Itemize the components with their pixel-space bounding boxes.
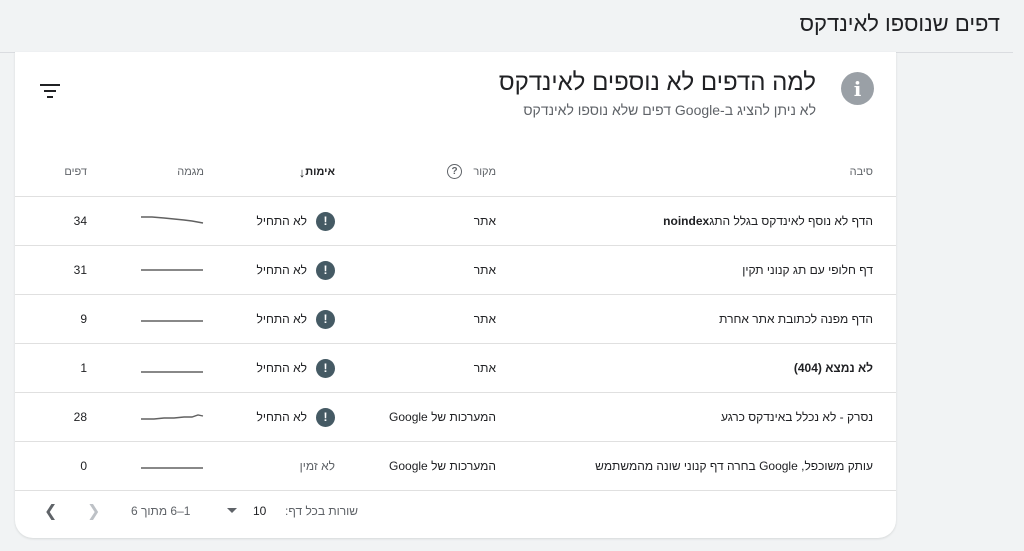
chevron-right-icon[interactable]: ❯ <box>87 501 100 521</box>
warning-icon: ! <box>316 260 335 280</box>
trend-sparkline <box>141 414 204 420</box>
table-pagination: שורות בכל דף: 10 1–6 מתוך 6 ❯ ❮ <box>15 484 896 538</box>
column-header-validation[interactable]: אימות ↓ <box>293 148 335 196</box>
warning-icon: ! <box>316 407 335 427</box>
card-subtitle: לא ניתן להציג ב-Google דפים שלא נוספו לא… <box>523 102 816 118</box>
reason-text: נסרק - לא נכלל באינדקס כרגע <box>721 410 873 424</box>
reason-text: לא נמצא (404) <box>793 361 873 375</box>
validation-text: לא התחיל <box>256 263 308 277</box>
reason-cell: לא נמצא (404) <box>794 344 873 392</box>
chevron-left-icon[interactable]: ❮ <box>44 501 57 521</box>
trend-cell <box>140 393 204 441</box>
pages-cell: 34 <box>73 214 87 228</box>
validation-cell: לא זמין <box>300 442 335 490</box>
trend-cell <box>140 442 204 490</box>
trend-sparkline <box>141 320 203 322</box>
column-header-validation-label: אימות <box>305 166 335 178</box>
table-row[interactable]: הדף לא נוסף לאינדקס בגלל התג noindex אתר… <box>15 197 896 246</box>
trend-sparkline <box>141 371 203 373</box>
card-title: למה הדפים לא נוספים לאינדקס <box>498 69 816 96</box>
pages-cell: 9 <box>80 312 87 326</box>
validation-text: לא התחיל <box>256 361 308 375</box>
pages-cell: 31 <box>73 263 87 277</box>
rows-per-page-select[interactable]: 10 <box>253 504 266 518</box>
source-cell: אתר <box>473 361 496 375</box>
reason-text: דף חלופי עם תג קנוני תקין <box>742 263 873 277</box>
warning-icon: ! <box>316 358 335 378</box>
trend-sparkline <box>141 269 203 271</box>
table-row[interactable]: לא נמצא (404) אתר ! לא התחיל 1 <box>15 344 896 393</box>
reason-text: הדף מפנה לכתובת אתר אחרת <box>719 312 873 326</box>
table-row[interactable]: הדף מפנה לכתובת אתר אחרת אתר ! לא התחיל … <box>15 295 896 344</box>
table-row[interactable]: נסרק - לא נכלל באינדקס כרגע המערכות של G… <box>15 393 896 442</box>
validation-text: לא זמין <box>299 459 335 473</box>
validation-cell: ! לא התחיל <box>256 295 335 343</box>
trend-sparkline <box>141 216 204 224</box>
trend-cell <box>140 344 204 392</box>
warning-icon: ! <box>316 211 335 231</box>
source-cell: אתר <box>473 214 496 228</box>
reasons-table: סיבה מקור ? אימות ↓ מגמה דפים הדף לא נוס… <box>15 148 896 491</box>
validation-cell: ! לא התחיל <box>256 393 335 441</box>
reason-cell: עותק משוכפל, Google בחרה דף קנוני שונה מ… <box>595 442 873 490</box>
page-header: דפים שנוספו לאינדקס <box>0 0 1013 53</box>
source-cell: המערכות של Google <box>389 410 496 424</box>
rows-per-page-label: שורות בכל דף: <box>285 504 359 518</box>
validation-text: לא התחיל <box>256 214 308 228</box>
trend-cell <box>140 295 204 343</box>
pagination-range: 1–6 מתוך 6 <box>131 504 191 518</box>
reason-text: הדף לא נוסף לאינדקס בגלל התג <box>709 214 873 228</box>
pages-cell: 1 <box>80 361 87 375</box>
filter-icon[interactable] <box>39 82 61 100</box>
column-header-trend: מגמה <box>177 166 204 178</box>
warning-icon: ! <box>316 309 335 329</box>
reason-cell: הדף מפנה לכתובת אתר אחרת <box>719 295 873 343</box>
dropdown-arrow-icon[interactable] <box>227 508 237 513</box>
column-header-pages[interactable]: דפים <box>55 148 87 196</box>
trend-cell <box>140 197 204 245</box>
source-cell: אתר <box>473 312 496 326</box>
validation-text: לא התחיל <box>256 410 308 424</box>
column-header-source[interactable]: מקור <box>473 148 496 196</box>
validation-cell: ! לא התחיל <box>256 344 335 392</box>
table-header-row: סיבה מקור ? אימות ↓ מגמה דפים <box>15 148 896 197</box>
table-row[interactable]: דף חלופי עם תג קנוני תקין אתר ! לא התחיל… <box>15 246 896 295</box>
arrow-down-icon: ↓ <box>298 164 306 180</box>
trend-sparkline <box>141 467 203 469</box>
page-title: דפים שנוספו לאינדקס <box>799 11 1000 36</box>
help-icon[interactable]: ? <box>447 164 462 179</box>
reason-text: עותק משוכפל, Google בחרה דף קנוני שונה מ… <box>595 459 873 473</box>
pages-cell: 28 <box>73 410 87 424</box>
reason-cell: הדף לא נוסף לאינדקס בגלל התג noindex <box>663 197 873 245</box>
source-cell: אתר <box>473 263 496 277</box>
reason-bold-text: noindex <box>663 214 710 228</box>
not-indexed-card: i למה הדפים לא נוספים לאינדקס לא ניתן לה… <box>15 52 896 538</box>
trend-cell <box>140 246 204 294</box>
validation-text: לא התחיל <box>256 312 308 326</box>
reason-cell: דף חלופי עם תג קנוני תקין <box>742 246 873 294</box>
reason-cell: נסרק - לא נכלל באינדקס כרגע <box>721 393 873 441</box>
validation-cell: ! לא התחיל <box>256 197 335 245</box>
pages-cell: 0 <box>80 459 87 473</box>
source-cell: המערכות של Google <box>389 459 496 473</box>
column-header-reason[interactable]: סיבה <box>850 148 873 196</box>
validation-cell: ! לא התחיל <box>256 246 335 294</box>
info-icon[interactable]: i <box>841 72 874 105</box>
